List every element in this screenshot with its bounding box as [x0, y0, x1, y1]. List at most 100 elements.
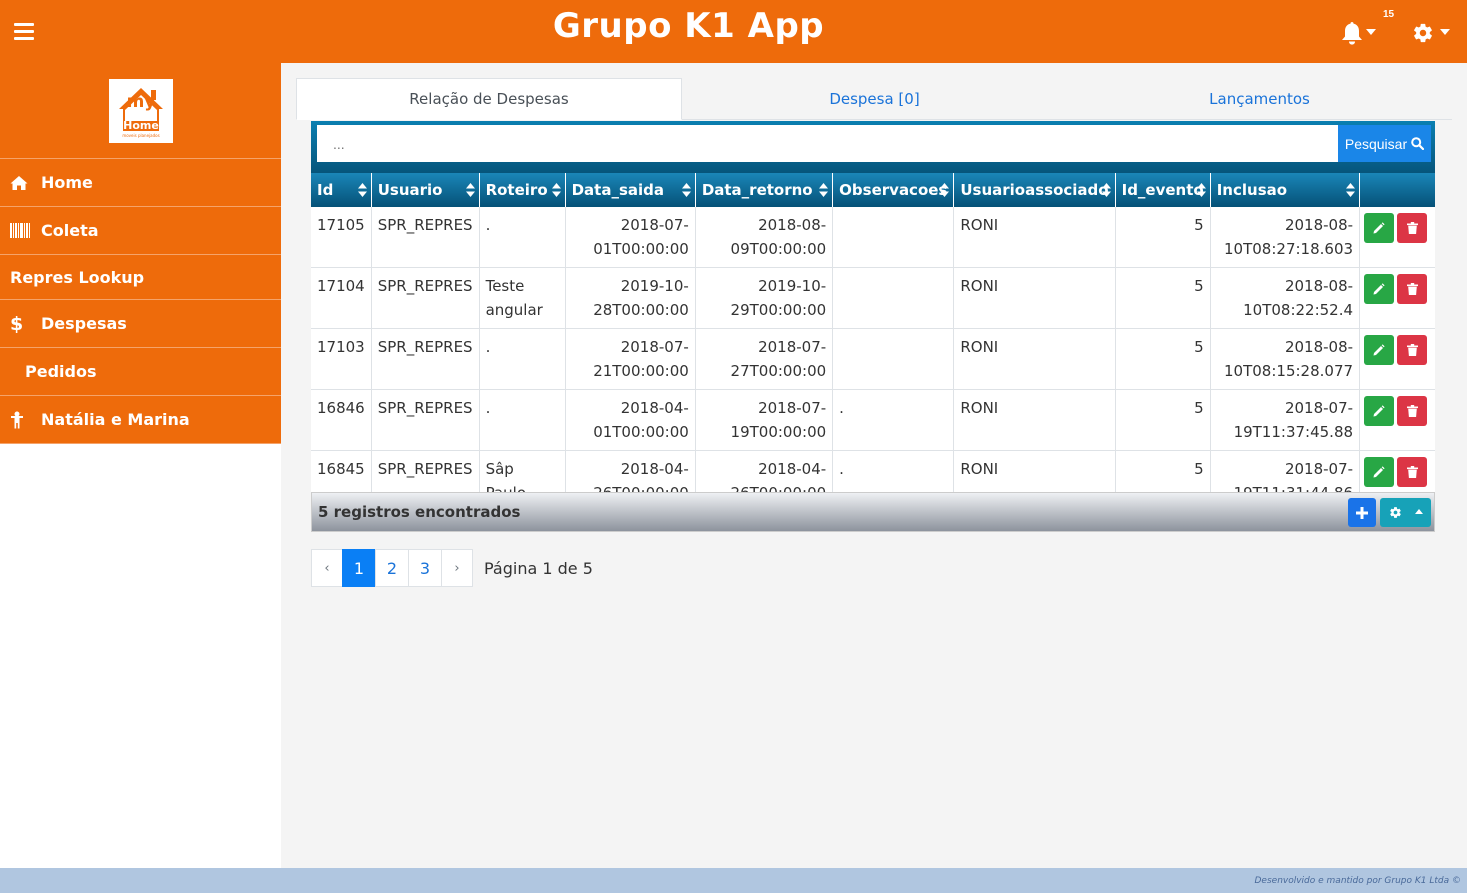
cell-value-line: 01T00:00:00 — [593, 423, 689, 441]
column-header-inclusao[interactable]: Inclusao — [1210, 173, 1361, 207]
tab-despesa[interactable]: Despesa [0] — [682, 78, 1067, 120]
sidebar-item-repres-lookup[interactable]: Repres Lookup — [0, 255, 281, 300]
sort-icon — [465, 183, 475, 197]
sort-icon — [940, 183, 950, 197]
column-header-label: Roteiro — [485, 181, 548, 199]
cell-value-line: 19T11:37:45.88 — [1233, 423, 1354, 441]
cell-usuario: SPR_REPRES — [371, 389, 480, 451]
edit-button[interactable] — [1364, 335, 1395, 365]
pagination-page-3[interactable]: 3 — [408, 549, 442, 587]
cell-id-evento: 5 — [1115, 389, 1211, 451]
cell-value-line: 21T00:00:00 — [593, 362, 689, 380]
column-header-label: Id — [317, 181, 334, 199]
cell-value-line: 29T00:00:00 — [730, 301, 827, 319]
chevron-up-icon — [1415, 509, 1423, 514]
delete-button[interactable] — [1397, 396, 1428, 426]
cell-data-saida: 2018-07- 21T00:00:00 — [565, 328, 696, 390]
column-header-label: Inclusao — [1216, 181, 1288, 199]
sidebar-item-coleta[interactable]: Coleta — [0, 207, 281, 255]
column-header-id[interactable]: Id — [311, 173, 372, 207]
search-button[interactable]: Pesquisar — [1338, 125, 1431, 162]
edit-button[interactable] — [1364, 457, 1395, 487]
sidebar-item-label: Despesas — [41, 314, 127, 333]
pagination-page-1[interactable]: 1 — [342, 549, 376, 587]
cell-value: SPR_REPRES — [377, 460, 473, 478]
cell-value: 17104 — [317, 277, 365, 295]
pagination-prev[interactable]: ‹ — [311, 549, 343, 587]
grid-settings-button[interactable] — [1380, 498, 1431, 527]
cell-value: 16845 — [317, 460, 365, 478]
edit-button[interactable] — [1364, 213, 1395, 243]
edit-button[interactable] — [1364, 396, 1395, 426]
delete-button[interactable] — [1397, 335, 1428, 365]
search-icon — [1411, 137, 1425, 150]
cell-data-retorno: 2019-10- 29T00:00:00 — [695, 267, 834, 329]
cell-value-line: 09T00:00:00 — [730, 240, 827, 258]
cell-usuarioassociado: RONI — [953, 328, 1116, 390]
column-header-usuarioassociado[interactable]: Usuarioassociado — [953, 173, 1116, 207]
tab-bar: Relação de Despesas Despesa [0] Lançamen… — [296, 78, 1452, 120]
record-count: 5 registros encontrados — [318, 503, 521, 521]
notifications-dropdown[interactable] — [1341, 21, 1381, 45]
settings-dropdown[interactable] — [1412, 21, 1454, 45]
footer-credits: Desenvolvido e mantido por Grupo K1 Ltda… — [1254, 876, 1462, 886]
cell-usuarioassociado: RONI — [953, 207, 1116, 268]
cell-usuarioassociado: RONI — [953, 267, 1116, 329]
column-header-label: Usuarioassociado — [960, 181, 1109, 199]
sidebar-item-natalia-marina[interactable]: Natália e Marina — [0, 396, 281, 444]
pagination-page-2[interactable]: 2 — [375, 549, 409, 587]
cell-actions — [1359, 389, 1435, 451]
cell-value-line: 2018-07- — [620, 216, 689, 234]
sidebar-item-pedidos[interactable]: Pedidos — [0, 348, 281, 396]
table-row[interactable]: 17105 SPR_REPRES. 2018-07- 01T00:00:00 2018-… — [311, 207, 1435, 268]
plus-icon — [1356, 506, 1368, 519]
cell-value-line: 2018-08- — [1284, 277, 1354, 295]
search-button-label: Pesquisar — [1344, 135, 1408, 152]
column-header-data-saida[interactable]: Data_saida — [565, 173, 696, 207]
cell-value: 5 — [1194, 399, 1204, 417]
sidebar-item-label: Repres Lookup — [10, 267, 145, 287]
column-header-data-retorno[interactable]: Data_retorno — [695, 173, 834, 207]
delete-button[interactable] — [1397, 274, 1428, 304]
cell-inclusao: 2018-07- 19T11:37:45.88 — [1210, 389, 1361, 451]
cell-value: SPR_REPRES — [377, 338, 473, 356]
search-input[interactable] — [317, 125, 1339, 162]
column-header-label: Observacoes — [839, 181, 948, 199]
delete-button[interactable] — [1397, 457, 1428, 487]
sidebar-item-home[interactable]: Home — [0, 159, 281, 207]
delete-button[interactable] — [1397, 213, 1428, 243]
cell-value-line: 2018-07- — [1284, 460, 1354, 478]
pagination-next[interactable]: › — [441, 549, 473, 587]
cell-actions — [1359, 207, 1435, 268]
column-header-observacoes[interactable]: Observacoes — [832, 173, 955, 207]
cell-value-line: 19T00:00:00 — [730, 423, 827, 441]
gear-icon — [1390, 507, 1401, 518]
cell-value: . — [485, 338, 491, 356]
column-header-id-evento[interactable]: Id_evento — [1115, 173, 1211, 207]
sidebar-item-label: Home — [41, 173, 93, 192]
search-bar: Pesquisar — [311, 121, 1435, 173]
cell-inclusao: 2018-08- 10T08:15:28.077 — [1210, 328, 1361, 390]
cell-value-line: 2018-07- — [1284, 399, 1354, 417]
cell-value-line: 2018-08- — [1284, 216, 1354, 234]
table-row[interactable]: 17104 SPR_REPRES Teste angular 2019-10- 28T0… — [311, 267, 1435, 329]
column-header-roteiro[interactable]: Roteiro — [479, 173, 566, 207]
sort-icon — [1346, 183, 1356, 197]
cell-value: RONI — [960, 277, 999, 295]
gear-icon — [1414, 23, 1432, 43]
cell-observacoes — [832, 207, 955, 268]
cell-data-retorno: 2018-08- 09T00:00:00 — [695, 207, 834, 268]
cell-value-line: 2018-04- — [758, 460, 827, 478]
edit-button[interactable] — [1364, 274, 1395, 304]
cell-value-line: 2018-07- — [620, 338, 689, 356]
table-row[interactable]: 17103 SPR_REPRES. 2018-07- 21T00:00:00 2018-… — [311, 328, 1435, 390]
sidebar-item-despesas[interactable]: $ Despesas — [0, 300, 281, 348]
child-icon — [10, 411, 41, 429]
cell-value-line: 2018-04- — [620, 460, 689, 478]
myhome-logo[interactable]: my Home moveis planejados — [109, 79, 173, 143]
tab-lancamentos[interactable]: Lançamentos — [1067, 78, 1452, 120]
table-row[interactable]: 16846 SPR_REPRES. 2018-04- 01T00:00:00 2018-… — [311, 389, 1435, 451]
add-button[interactable] — [1348, 498, 1376, 527]
column-header-usuario[interactable]: Usuario — [371, 173, 480, 207]
tab-relacao-despesas[interactable]: Relação de Despesas — [296, 78, 682, 120]
